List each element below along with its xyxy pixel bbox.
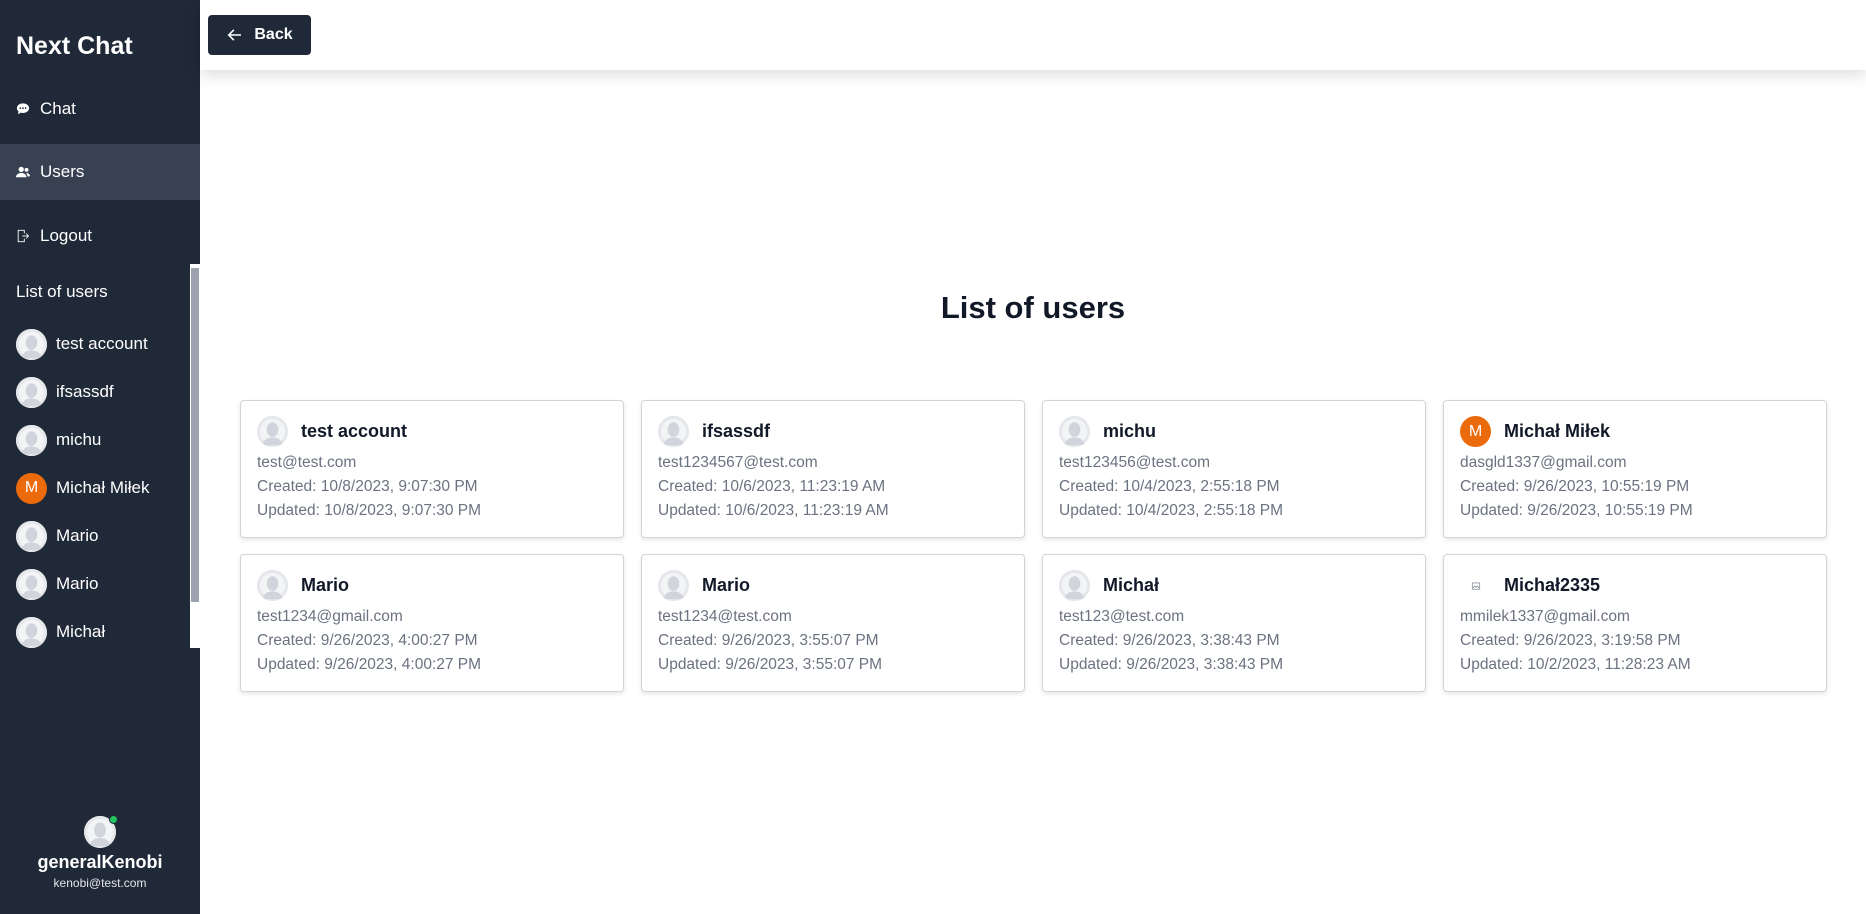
default-avatar-icon [257, 416, 288, 447]
sidebar-user-item[interactable]: ifsassdf [0, 368, 190, 416]
user-card-created: Created: 9/26/2023, 4:00:27 PM [257, 632, 478, 649]
user-cards-grid: test account test@test.com Created: 10/8… [240, 400, 1827, 692]
app-brand: Next Chat [16, 32, 133, 60]
user-card-email: test@test.com [257, 454, 357, 471]
user-card-created: Created: 9/26/2023, 10:55:19 PM [1460, 478, 1690, 495]
user-card[interactable]: ifsassdf test1234567@test.com Created: 1… [641, 400, 1025, 538]
nav-item-logout[interactable]: Logout [0, 208, 200, 264]
arrow-left-icon [227, 29, 242, 41]
user-card-created: Created: 9/26/2023, 3:38:43 PM [1059, 632, 1280, 649]
user-card-updated: Updated: 9/26/2023, 3:38:43 PM [1059, 656, 1284, 673]
nav-label-logout: Logout [40, 226, 92, 245]
current-user-email: kenobi@test.com [53, 876, 147, 890]
user-card-updated: Updated: 10/6/2023, 11:23:19 AM [658, 502, 889, 519]
current-user-name: generalKenobi [37, 852, 163, 872]
nav-label-users: Users [40, 162, 85, 181]
sidebar-user-name: Mario [56, 574, 99, 593]
logout-icon [16, 229, 30, 243]
user-card-created: Created: 9/26/2023, 3:55:07 PM [658, 632, 879, 649]
back-button[interactable]: Back [208, 15, 311, 55]
nav-item-users[interactable]: Users [0, 144, 200, 200]
sidebar-user-list: test account ifsassdf michu M Michał Mił… [0, 320, 190, 648]
user-card-email: test1234567@test.com [658, 454, 818, 471]
sidebar-user-name: Mario [56, 526, 99, 545]
online-status-dot [109, 815, 118, 824]
user-card-created: Created: 10/6/2023, 11:23:19 AM [658, 478, 886, 495]
sidebar-user-name: Michał [56, 622, 106, 641]
default-avatar-icon [16, 424, 47, 456]
current-user-panel: generalKenobi kenobi@test.com [0, 814, 200, 914]
default-avatar-icon [16, 520, 47, 552]
user-card-created: Created: 9/26/2023, 3:19:58 PM [1460, 632, 1681, 649]
user-card[interactable]: Michał2335 mmilek1337@gmail.com Created:… [1443, 554, 1827, 692]
user-card-email: dasgld1337@gmail.com [1460, 454, 1627, 471]
user-card[interactable]: michu test123456@test.com Created: 10/4/… [1042, 400, 1426, 538]
broken-image-icon [1460, 570, 1491, 601]
sidebar-user-name: test account [56, 334, 148, 353]
default-avatar-icon [658, 416, 689, 447]
default-avatar-icon [16, 376, 47, 408]
sidebar: Next Chat Chat Users Logout List of user… [0, 0, 200, 914]
chat-icon [16, 102, 30, 116]
default-avatar-icon [658, 570, 689, 601]
top-bar: Back [200, 0, 1866, 70]
page-title: List of users [940, 290, 1126, 325]
user-card-name: Mario [301, 575, 350, 595]
default-avatar-icon [16, 616, 47, 648]
user-card[interactable]: M Michał Miłek dasgld1337@gmail.com Crea… [1443, 400, 1827, 538]
default-avatar-icon [16, 568, 47, 600]
user-card-name: test account [301, 421, 408, 441]
sidebar-scrollbar[interactable] [190, 264, 200, 648]
user-card-updated: Updated: 10/8/2023, 9:07:30 PM [257, 502, 482, 519]
nav-label-chat: Chat [40, 99, 76, 118]
user-card[interactable]: Mario test1234@gmail.com Created: 9/26/2… [240, 554, 624, 692]
sidebar-user-item[interactable]: M Michał Miłek [0, 464, 190, 512]
user-card-updated: Updated: 9/26/2023, 3:55:07 PM [658, 656, 883, 673]
user-card-email: test123@test.com [1059, 608, 1185, 625]
user-card-name: Michał [1103, 575, 1160, 595]
letter-avatar: M [16, 472, 47, 504]
current-user-avatar [84, 815, 118, 848]
default-avatar-icon [1059, 416, 1090, 447]
back-button-label: Back [254, 26, 293, 43]
user-card-name: Michał Miłek [1504, 421, 1611, 441]
sidebar-user-item[interactable]: Mario [0, 560, 190, 608]
user-card-name: Michał2335 [1504, 575, 1601, 595]
user-card-updated: Updated: 9/26/2023, 10:55:19 PM [1460, 502, 1693, 519]
user-card-updated: Updated: 10/2/2023, 11:28:23 AM [1460, 656, 1691, 673]
default-avatar-icon [1059, 570, 1090, 601]
users-icon [16, 165, 30, 179]
user-card-name: michu [1103, 421, 1157, 441]
sidebar-user-name: Michał Miłek [56, 478, 150, 497]
default-avatar-icon [257, 570, 288, 601]
scrollbar-thumb[interactable] [191, 268, 199, 602]
user-card[interactable]: test account test@test.com Created: 10/8… [240, 400, 624, 538]
sidebar-user-item[interactable]: michu [0, 416, 190, 464]
sidebar-user-name: ifsassdf [56, 382, 114, 401]
letter-avatar: M [1460, 416, 1491, 447]
user-card-updated: Updated: 10/4/2023, 2:55:18 PM [1059, 502, 1284, 519]
nav-item-chat[interactable]: Chat [0, 81, 200, 137]
users-list-heading: List of users [16, 282, 108, 301]
user-card-name: Mario [702, 575, 751, 595]
user-card-email: test123456@test.com [1059, 454, 1211, 471]
default-avatar-icon [16, 328, 47, 360]
user-card-created: Created: 10/4/2023, 2:55:18 PM [1059, 478, 1280, 495]
user-card[interactable]: Mario test1234@test.com Created: 9/26/20… [641, 554, 1025, 692]
user-card-created: Created: 10/8/2023, 9:07:30 PM [257, 478, 478, 495]
user-card-email: mmilek1337@gmail.com [1460, 608, 1630, 625]
sidebar-user-item[interactable]: Mario [0, 512, 190, 560]
user-card-name: ifsassdf [702, 421, 771, 441]
sidebar-user-item[interactable]: test account [0, 320, 190, 368]
user-card[interactable]: Michał test123@test.com Created: 9/26/20… [1042, 554, 1426, 692]
user-card-updated: Updated: 9/26/2023, 4:00:27 PM [257, 656, 482, 673]
user-card-email: test1234@test.com [658, 608, 792, 625]
sidebar-user-item[interactable]: Michał [0, 608, 190, 648]
sidebar-user-name: michu [56, 430, 102, 449]
user-card-email: test1234@gmail.com [257, 608, 403, 625]
